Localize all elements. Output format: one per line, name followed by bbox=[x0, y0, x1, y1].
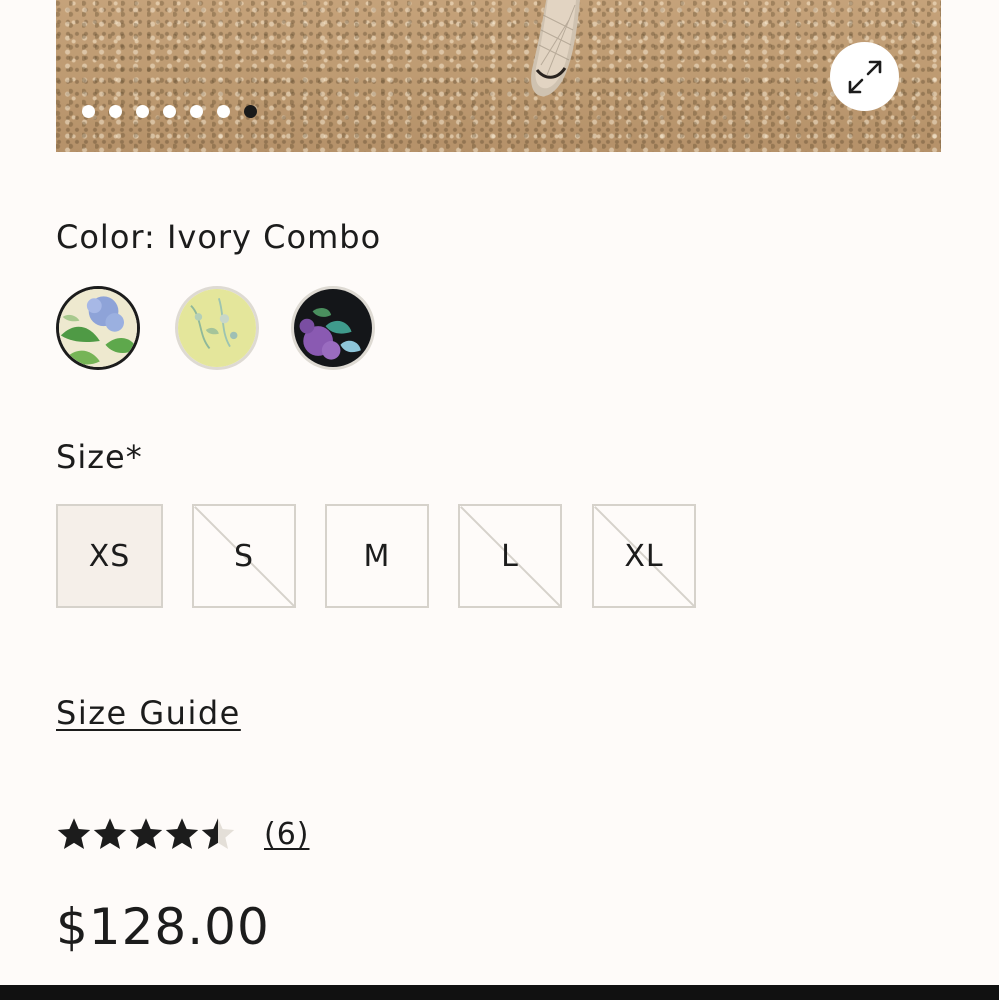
carousel-dot-active[interactable] bbox=[244, 105, 257, 118]
size-option-label: XL bbox=[624, 538, 664, 574]
star-rating bbox=[56, 816, 236, 852]
expand-image-button[interactable] bbox=[830, 42, 899, 111]
star-full-icon bbox=[57, 818, 91, 849]
carousel-pagination bbox=[82, 105, 257, 118]
size-option-xs[interactable]: XS bbox=[56, 504, 163, 608]
carousel-dot[interactable] bbox=[217, 105, 230, 118]
black-floral-pattern bbox=[294, 289, 372, 367]
size-option-s-unavailable[interactable]: S bbox=[192, 504, 296, 608]
color-label: Color: Ivory Combo bbox=[56, 218, 382, 256]
carousel-dot[interactable] bbox=[190, 105, 203, 118]
ivory-floral-pattern bbox=[59, 289, 137, 367]
size-option-xl-unavailable[interactable]: XL bbox=[592, 504, 696, 608]
product-detail-page: Color: Ivory Combo Size* XS S M L XL Siz… bbox=[0, 0, 999, 1000]
shoe-image bbox=[531, 0, 580, 97]
bottom-bar bbox=[0, 985, 999, 1000]
size-option-l-unavailable[interactable]: L bbox=[458, 504, 562, 608]
star-full-icon bbox=[165, 818, 199, 849]
review-count-link[interactable]: (6) bbox=[264, 817, 310, 852]
product-price: $128.00 bbox=[56, 898, 270, 956]
star-full-icon bbox=[93, 818, 127, 849]
size-option-label: XS bbox=[88, 538, 131, 574]
size-option-label: S bbox=[233, 538, 255, 574]
size-label: Size* bbox=[56, 438, 143, 476]
carousel-dot[interactable] bbox=[163, 105, 176, 118]
color-swatch-black-floral[interactable] bbox=[291, 286, 375, 370]
star-full-icon bbox=[129, 818, 163, 849]
size-option-label: M bbox=[363, 538, 391, 574]
color-swatch-yellow-floral[interactable] bbox=[175, 286, 259, 370]
star-half-icon bbox=[201, 818, 235, 849]
expand-arrows-icon bbox=[848, 60, 881, 93]
product-image-carousel[interactable] bbox=[56, 0, 941, 152]
size-option-m[interactable]: M bbox=[325, 504, 429, 608]
carousel-dot[interactable] bbox=[136, 105, 149, 118]
product-rating: (6) bbox=[56, 816, 310, 852]
size-option-label: L bbox=[501, 538, 519, 574]
carousel-dot[interactable] bbox=[82, 105, 95, 118]
size-guide-link[interactable]: Size Guide bbox=[56, 694, 241, 732]
yellow-floral-pattern bbox=[178, 289, 256, 367]
color-swatch-ivory-combo[interactable] bbox=[56, 286, 140, 370]
carousel-dot[interactable] bbox=[109, 105, 122, 118]
